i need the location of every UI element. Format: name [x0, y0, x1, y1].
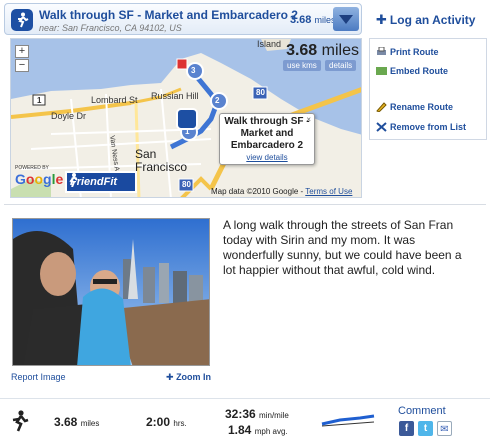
popup-title: Walk through SF - Market and Embarcadero… [224, 116, 310, 151]
report-image-link[interactable]: Report Image [11, 372, 66, 382]
map-label-russian-hill: Russian Hill [151, 91, 199, 101]
map-label-island: Island [257, 39, 282, 49]
details-button[interactable]: details [325, 60, 357, 71]
pencil-icon [376, 102, 387, 112]
plus-icon: ✚ [166, 372, 174, 382]
zoom-in-button[interactable]: ✚ Zoom In [166, 372, 211, 383]
map-zoom-in-button[interactable]: + [15, 45, 29, 58]
rename-route-button[interactable]: Rename Route [376, 102, 453, 112]
map-label-hwy-80a: 80 [256, 88, 265, 97]
activity-location: near: San Francisco, CA 94102, US [39, 23, 182, 33]
map-distance-box: 3.68 miles use kms details [283, 39, 361, 75]
activity-photo[interactable] [12, 218, 210, 366]
walker-icon [11, 9, 33, 31]
map-label-city: San [135, 147, 157, 161]
map-label-hwy-80b: 80 [182, 180, 191, 189]
walker-marker-icon [176, 108, 198, 130]
google-logo[interactable]: Google [15, 171, 63, 187]
walker-icon [12, 410, 29, 432]
map-popup: × Walk through SF - Market and Embarcade… [219, 113, 315, 165]
route-actions-menu: Print Route Embed Route Rename Route Rem… [369, 38, 487, 140]
map-label-hwy-1: 1 [37, 96, 42, 105]
walker-icon [69, 173, 78, 187]
route-marker-3-label: 3 [191, 66, 196, 75]
stat-duration: 2:00 hrs. [146, 415, 187, 429]
activity-title[interactable]: Walk through SF - Market and Embarcadero… [39, 8, 298, 22]
map-distance-value: 3.68 miles [286, 42, 359, 59]
remove-from-list-button[interactable]: Remove from List [376, 122, 466, 132]
map-label-city-2: Francisco [135, 160, 188, 174]
stat-pace: 32:36 min/mile [225, 407, 289, 421]
map-label-lombard: Lombard St [91, 95, 138, 105]
printer-icon [377, 47, 386, 55]
log-activity-button[interactable]: ✚ Log an Activity [376, 12, 475, 28]
facebook-icon[interactable]: f [399, 421, 414, 436]
use-kms-button[interactable]: use kms [283, 60, 321, 71]
activity-header: Walk through SF - Market and Embarcadero… [4, 3, 362, 35]
twitter-icon[interactable]: t [418, 421, 433, 436]
activity-dropdown-button[interactable] [333, 7, 359, 31]
activity-distance: 3.68 miles [290, 14, 336, 26]
photo-image [13, 219, 209, 365]
embed-route-button[interactable]: Embed Route [376, 66, 448, 76]
route-thumbnail-icon [321, 414, 375, 427]
friendfit-logo: FriendFit [65, 171, 137, 193]
plus-icon: ✚ [376, 12, 387, 27]
section-divider [4, 204, 486, 205]
chevron-down-icon [339, 14, 353, 24]
email-icon[interactable]: ✉ [437, 421, 452, 436]
activity-description: A long walk through the streets of San F… [223, 218, 462, 277]
terms-link[interactable]: Terms of Use [305, 187, 352, 196]
map-attribution: Map data ©2010 Google - Terms of Use [211, 187, 353, 196]
route-map[interactable]: + − Island 1 Doyle Dr Lombard St Russian… [10, 38, 362, 198]
stat-distance: 3.68 miles [54, 415, 100, 429]
view-details-link[interactable]: view details [220, 153, 314, 162]
end-flag-icon [176, 58, 188, 70]
embed-icon [376, 67, 387, 75]
close-icon[interactable]: × [306, 115, 311, 124]
comment-link[interactable]: Comment [398, 405, 446, 417]
route-marker-2-label: 2 [215, 96, 220, 105]
remove-icon [376, 122, 387, 132]
route-marker-1-label: 1 [185, 127, 190, 136]
stat-speed: 1.84 mph avg. [228, 423, 288, 437]
print-route-button[interactable]: Print Route [376, 47, 439, 57]
map-label-doyle: Doyle Dr [51, 111, 87, 121]
map-zoom-out-button[interactable]: − [15, 59, 29, 72]
